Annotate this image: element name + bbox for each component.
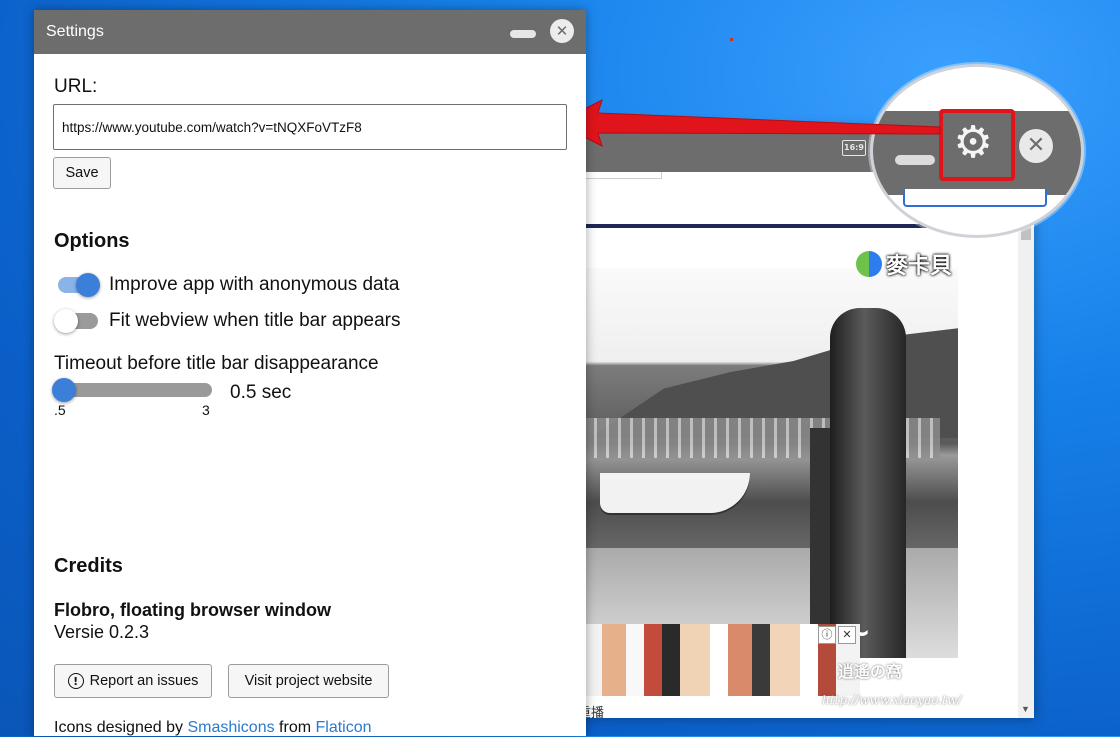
anonymous-data-toggle[interactable] <box>58 273 100 297</box>
report-issue-label: Report an issues <box>89 673 199 689</box>
slider-min-label: .5 <box>54 402 66 418</box>
anonymous-data-label: Improve app with anonymous data <box>109 274 400 295</box>
save-button[interactable]: Save <box>53 157 111 189</box>
settings-window: Settings ✕ URL: Save Options Improve app… <box>34 10 586 736</box>
fit-webview-toggle[interactable] <box>54 309 98 333</box>
credits-heading: Credits <box>54 555 123 577</box>
app-version: Versie 0.2.3 <box>54 622 150 642</box>
report-issue-button[interactable]: ! Report an issues <box>54 664 212 698</box>
icons-credit: Icons designed by Smashicons from Flatic… <box>54 719 372 737</box>
timeout-label: Timeout before title bar disappearance <box>54 353 379 374</box>
smashicons-link[interactable]: Smashicons <box>187 719 274 736</box>
app-name: Flobro, floating browser window <box>54 600 331 620</box>
settings-titlebar[interactable]: Settings ✕ <box>34 10 586 54</box>
slider-handle[interactable] <box>52 378 76 402</box>
slider-value: 0.5 sec <box>230 382 292 403</box>
url-input[interactable] <box>53 104 567 150</box>
close-icon[interactable]: ✕ <box>550 19 574 43</box>
toggle-knob <box>76 273 100 297</box>
window-title: Settings <box>46 23 104 40</box>
toggle-knob <box>54 309 78 333</box>
flaticon-link[interactable]: Flaticon <box>316 719 372 736</box>
url-label: URL: <box>54 76 98 97</box>
visit-website-button[interactable]: Visit project website <box>228 664 389 698</box>
alert-icon: ! <box>67 673 84 689</box>
slider-max-label: 3 <box>202 402 210 418</box>
timeout-slider[interactable] <box>52 378 212 402</box>
icons-credit-prefix: Icons designed by <box>54 719 183 736</box>
fit-webview-label: Fit webview when title bar appears <box>109 310 401 331</box>
options-heading: Options <box>54 230 130 252</box>
arrow-shape <box>555 99 941 147</box>
minimize-icon[interactable] <box>510 30 536 38</box>
icons-credit-mid: from <box>279 719 312 736</box>
